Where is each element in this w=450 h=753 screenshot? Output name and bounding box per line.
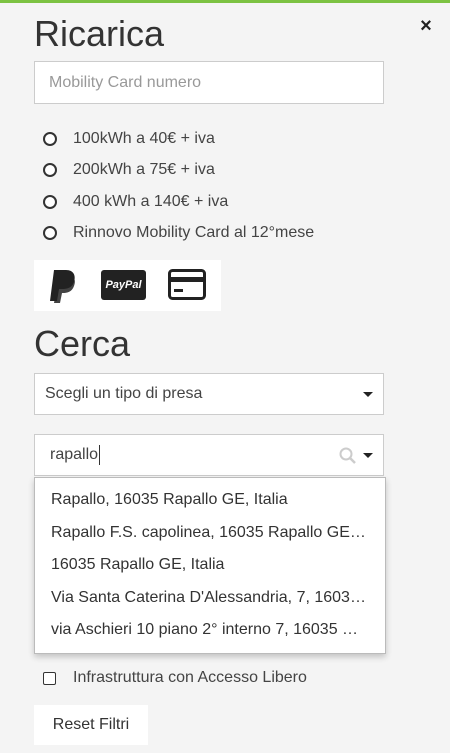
text-cursor: [99, 445, 101, 465]
ricarica-title: Ricarica: [34, 13, 165, 54]
paypal-logo-icon[interactable]: PayPal: [101, 270, 146, 300]
suggestion-item[interactable]: via Aschieri 10 piano 2° interno 7, 1603…: [35, 614, 385, 647]
radio-button[interactable]: [43, 163, 57, 177]
mobility-card-input[interactable]: [34, 61, 384, 104]
paypal-p-icon[interactable]: [48, 268, 80, 303]
radio-option-400kwh[interactable]: 400 kWh a 140€ + iva: [43, 190, 228, 214]
radio-label: 400 kWh a 140€ + iva: [73, 193, 229, 210]
checkbox[interactable]: [43, 671, 56, 685]
radio-button[interactable]: [43, 226, 57, 240]
radio-label: 100kWh a 40€ + iva: [73, 130, 215, 147]
top-accent-bar: [0, 0, 450, 3]
suggestion-item[interactable]: Via Santa Caterina D'Alessandria, 7, 160…: [35, 582, 385, 615]
paypal-logo-text: PayPal: [105, 279, 142, 291]
suggestion-item[interactable]: 16035 Rapallo GE, Italia: [35, 549, 385, 582]
filter-accesso-libero[interactable]: Infrastruttura con Accesso Libero: [43, 668, 307, 688]
credit-card-icon[interactable]: [168, 269, 206, 300]
chevron-down-icon: [363, 392, 373, 397]
payment-methods: PayPal: [34, 260, 221, 311]
radio-button[interactable]: [43, 132, 57, 146]
filter-label: Infrastruttura con Accesso Libero: [73, 669, 307, 686]
radio-option-100kwh[interactable]: 100kWh a 40€ + iva: [43, 127, 215, 151]
plug-type-select[interactable]: Scegli un tipo di presa: [34, 373, 384, 415]
reset-filters-button[interactable]: Reset Filtri: [34, 705, 148, 745]
plug-select-value: Scegli un tipo di presa: [45, 385, 203, 402]
close-icon[interactable]: ×: [412, 12, 440, 40]
suggestion-item[interactable]: Rapallo, 16035 Rapallo GE, Italia: [35, 484, 385, 517]
search-input-value[interactable]: rapallo: [50, 446, 98, 464]
radio-option-rinnovo[interactable]: Rinnovo Mobility Card al 12°mese: [43, 221, 314, 245]
radio-option-200kwh[interactable]: 200kWh a 75€ + iva: [43, 158, 215, 182]
suggestion-item[interactable]: Rapallo F.S. capolinea, 16035 Rapallo GE…: [35, 517, 385, 550]
cerca-title: Cerca: [34, 323, 131, 364]
radio-label: Rinnovo Mobility Card al 12°mese: [73, 224, 315, 241]
search-suggestions-dropdown: Rapallo, 16035 Rapallo GE, Italia Rapall…: [34, 477, 386, 654]
radio-label: 200kWh a 75€ + iva: [73, 161, 215, 178]
location-search-select[interactable]: rapallo: [34, 434, 384, 476]
search-icon: [339, 447, 356, 464]
chevron-down-icon[interactable]: [363, 453, 373, 458]
radio-button[interactable]: [43, 195, 57, 209]
